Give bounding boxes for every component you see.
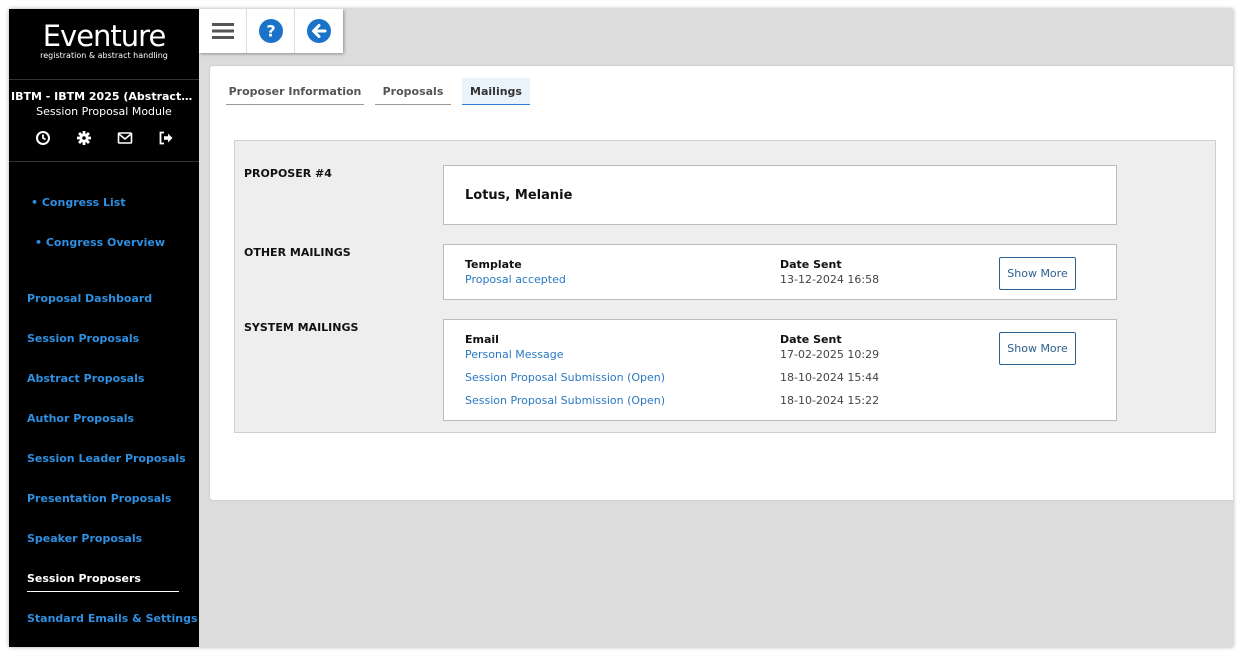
proposer-box: Lotus, Melanie	[443, 165, 1117, 225]
mailings-form: PROPOSER #4 Lotus, Melanie OTHER MAILING…	[234, 140, 1216, 433]
nav-presentation-proposals[interactable]: Presentation Proposals	[27, 492, 171, 505]
template-header: Template	[465, 258, 522, 271]
back-icon	[307, 19, 331, 43]
clock-icon[interactable]	[33, 130, 52, 146]
mailing-date: 13-12-2024 16:58	[780, 273, 880, 286]
system-mailings-box: Email Date Sent Personal Message 17-02-2…	[443, 319, 1117, 421]
nav-session-proposals[interactable]: Session Proposals	[27, 332, 139, 345]
active-nav-indicator	[27, 591, 179, 592]
show-more-button[interactable]: Show More	[999, 332, 1076, 365]
nav-congress-list[interactable]: • Congress List	[31, 196, 126, 209]
svg-text:?: ?	[266, 22, 275, 41]
tab-proposals[interactable]: Proposals	[375, 78, 451, 105]
nav-session-proposers[interactable]: Session Proposers	[27, 572, 141, 585]
mailing-link[interactable]: Session Proposal Submission (Open)	[465, 394, 665, 407]
other-mailings-box: Template Date Sent Proposal accepted 13-…	[443, 244, 1117, 300]
tab-mailings[interactable]: Mailings	[462, 78, 530, 105]
nav-congress-overview[interactable]: • Congress Overview	[35, 236, 165, 249]
menu-button[interactable]	[199, 9, 247, 53]
nav-standard-emails-settings[interactable]: Standard Emails & Settings	[27, 612, 198, 625]
nav-abstract-proposals[interactable]: Abstract Proposals	[27, 372, 144, 385]
help-button[interactable]: ?	[247, 9, 295, 53]
mail-icon[interactable]	[115, 130, 134, 146]
tab-proposer-information[interactable]: Proposer Information	[226, 78, 364, 105]
mailing-date: 18-10-2024 15:44	[780, 371, 880, 384]
menu-icon	[211, 23, 234, 39]
mailing-date: 17-02-2025 10:29	[780, 348, 880, 361]
congress-info: IBTM - IBTM 2025 (Abstracts & Par... Ses…	[9, 80, 199, 162]
nav-session-leader-proposals[interactable]: Session Leader Proposals	[27, 452, 186, 465]
mailing-link[interactable]: Personal Message	[465, 348, 563, 361]
mailing-date: 18-10-2024 15:22	[780, 394, 880, 407]
email-header: Email	[465, 333, 499, 346]
logo: Eventure registration & abstract handlin…	[9, 9, 199, 80]
gear-icon[interactable]	[74, 130, 93, 146]
logo-title: Eventure	[42, 19, 167, 53]
other-mailings-label: OTHER MAILINGS	[244, 246, 351, 259]
back-button[interactable]	[295, 9, 343, 53]
sidebar: Eventure registration & abstract handlin…	[9, 9, 199, 647]
nav-speaker-proposals[interactable]: Speaker Proposals	[27, 532, 142, 545]
logout-icon[interactable]	[156, 130, 175, 146]
toolbar: ?	[199, 9, 343, 53]
nav-proposal-dashboard[interactable]: Proposal Dashboard	[27, 292, 152, 305]
nav-author-proposals[interactable]: Author Proposals	[27, 412, 134, 425]
mailing-link[interactable]: Proposal accepted	[465, 273, 566, 286]
show-more-button[interactable]: Show More	[999, 257, 1076, 290]
proposer-name: Lotus, Melanie	[465, 188, 573, 203]
main-panel: Proposer Information Proposals Mailings …	[210, 66, 1233, 500]
module-name: Session Proposal Module	[36, 105, 172, 118]
date-sent-header: Date Sent	[780, 333, 842, 346]
sidebar-icon-bar	[9, 130, 199, 146]
system-mailings-label: SYSTEM MAILINGS	[244, 321, 359, 334]
congress-name: IBTM - IBTM 2025 (Abstracts & Par...	[11, 90, 199, 103]
logo-subtitle: registration & abstract handling	[40, 51, 168, 60]
app-window: Eventure registration & abstract handlin…	[9, 9, 1233, 647]
date-sent-header: Date Sent	[780, 258, 842, 271]
help-icon: ?	[258, 19, 283, 43]
proposer-label: PROPOSER #4	[244, 167, 332, 180]
mailing-link[interactable]: Session Proposal Submission (Open)	[465, 371, 665, 384]
